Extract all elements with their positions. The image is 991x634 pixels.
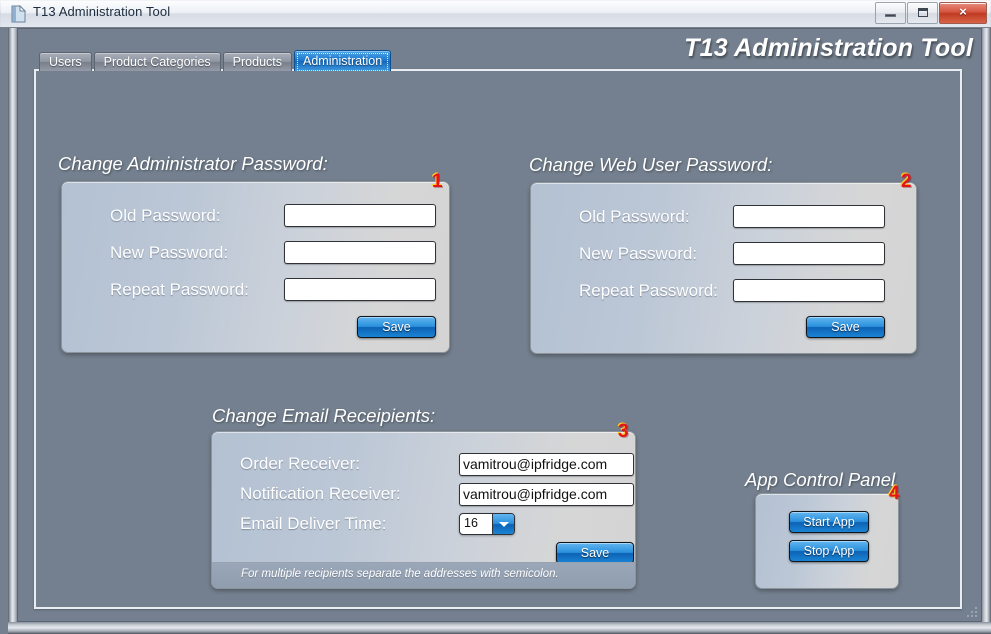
app-control-card: Start App Stop App: [755, 493, 899, 589]
tab-strip: Users Product Categories Products Admini…: [39, 50, 393, 71]
notification-receiver-input[interactable]: vamitrou@ipfridge.com: [459, 483, 634, 506]
annotation-4: 4: [889, 483, 900, 504]
email-hint-text: For multiple recipients separate the add…: [241, 568, 559, 580]
order-receiver-input[interactable]: vamitrou@ipfridge.com: [459, 453, 634, 476]
web-old-password-label: Old Password:: [579, 207, 690, 226]
minimize-button[interactable]: [875, 2, 906, 24]
tab-users[interactable]: Users: [39, 52, 92, 71]
notification-receiver-label: Notification Receiver:: [240, 484, 401, 503]
admin-repeat-password-label: Repeat Password:: [110, 280, 249, 299]
window-body: Users Product Categories Products Admini…: [0, 28, 991, 634]
email-recipients-save-button[interactable]: Save: [556, 542, 634, 564]
web-user-password-card: Old Password: New Password: Repeat Passw…: [530, 182, 917, 354]
web-new-password-input[interactable]: [733, 242, 885, 265]
email-recipients-card: Order Receiver: vamitrou@ipfridge.com No…: [211, 431, 636, 589]
web-repeat-password-label: Repeat Password:: [579, 281, 718, 300]
web-old-password-input[interactable]: [733, 205, 885, 228]
tab-users-label: Users: [49, 55, 82, 69]
title-bar[interactable]: T13 Administration Tool ×: [0, 0, 991, 28]
tab-product-categories[interactable]: Product Categories: [93, 52, 221, 71]
app-control-heading: App Control Panel: [745, 469, 896, 490]
resize-grip[interactable]: [966, 607, 979, 620]
annotation-2: 2: [901, 171, 912, 192]
maximize-button[interactable]: [907, 2, 938, 24]
admin-password-card: Old Password: New Password: Repeat Passw…: [61, 181, 450, 353]
maximize-icon: [918, 8, 928, 17]
tab-product-categories-label: Product Categories: [103, 55, 211, 69]
application-window: T13 Administration Tool × Users Product …: [0, 0, 991, 634]
admin-old-password-input[interactable]: [284, 204, 436, 227]
email-deliver-time-value: 16: [464, 516, 478, 530]
annotation-3: 3: [618, 421, 629, 442]
window-border-left: [8, 28, 17, 634]
admin-password-heading: Change Administrator Password:: [58, 153, 328, 174]
stop-app-button[interactable]: Stop App: [789, 540, 869, 562]
order-receiver-label: Order Receiver:: [240, 454, 360, 473]
close-button[interactable]: ×: [939, 2, 987, 24]
admin-new-password-label: New Password:: [110, 243, 229, 262]
web-user-password-save-button[interactable]: Save: [806, 316, 885, 338]
admin-password-save-button[interactable]: Save: [357, 316, 436, 338]
window-border-right: [982, 28, 991, 634]
start-app-button[interactable]: Start App: [789, 511, 869, 533]
web-repeat-password-input[interactable]: [733, 279, 885, 302]
tab-administration-label: Administration: [303, 54, 383, 68]
page-title: T13 Administration Tool: [684, 34, 973, 62]
window-title: T13 Administration Tool: [33, 4, 171, 19]
admin-repeat-password-input[interactable]: [284, 278, 436, 301]
web-user-password-heading: Change Web User Password:: [529, 154, 773, 175]
window-border-bottom: [8, 622, 991, 634]
close-icon: ×: [959, 4, 967, 19]
chevron-down-icon[interactable]: [492, 514, 514, 534]
web-new-password-label: New Password:: [579, 244, 698, 263]
tab-administration[interactable]: Administration: [294, 50, 392, 71]
annotation-1: 1: [432, 171, 443, 192]
admin-new-password-input[interactable]: [284, 241, 436, 264]
window-controls: ×: [874, 2, 987, 24]
email-deliver-time-select[interactable]: 16: [459, 513, 515, 535]
tab-products-label: Products: [232, 55, 283, 69]
email-recipients-heading: Change Email Receipients:: [212, 405, 436, 426]
tab-products[interactable]: Products: [222, 52, 293, 71]
minimize-icon: [885, 14, 896, 17]
email-deliver-time-label: Email Deliver Time:: [240, 514, 387, 533]
tab-page-administration: Change Administrator Password: 1 Old Pas…: [34, 69, 962, 609]
app-document-icon: [10, 4, 27, 23]
admin-old-password-label: Old Password:: [110, 206, 221, 225]
